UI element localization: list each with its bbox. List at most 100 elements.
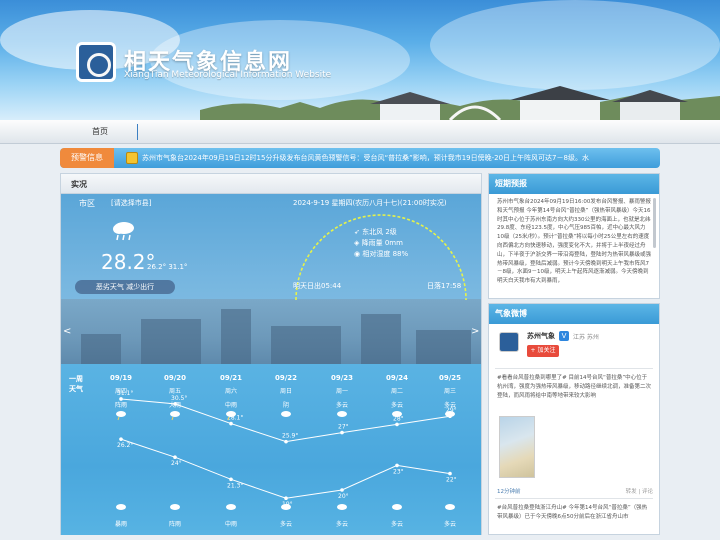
forecast-date: 09/24 [385,374,409,382]
site-subtitle: XiangTian Meteorological Information Web… [124,70,332,80]
building [271,326,341,364]
site-header: 相天气象信息网 XiangTian Meteorological Informa… [0,0,720,120]
high-temp-point [284,439,288,444]
city-label: 市区 [79,199,95,208]
high-temp-point [395,422,399,427]
forecast-night-weather: 多云 [390,521,403,528]
typhoon-map-image[interactable] [499,416,535,478]
low-temp-point [119,437,123,441]
high-temp-point [340,430,344,435]
weibo-title: 气象微博 [489,304,659,324]
temperature-range: 26.2° 31.1° [147,263,187,271]
day-weather-icon [337,411,347,417]
forecast-weekday: 周一 [335,388,348,395]
weibo-location: 江苏 苏州 [573,334,599,341]
building [141,319,201,364]
forecast-night-weather: 多云 [279,521,292,528]
night-weather-icon [337,504,347,510]
night-weather-icon [116,504,126,510]
building [361,314,401,364]
live-title: 实况 [71,180,87,189]
forecast-weekday: 周四 [114,388,127,395]
building [81,334,121,364]
rain-info: ◈ 降雨量 0mm [354,239,403,247]
forecast-date: 09/23 [330,374,354,382]
rain-cloud-icon [113,222,134,241]
night-weather-icon [281,504,291,510]
forecast-date: 09/19 [109,374,133,382]
prev-arrow[interactable]: < [63,326,71,337]
sunrise-time: 明天日出05:44 [293,282,342,290]
low-temp-label: 26.2° [117,442,133,449]
forecast-day-weather: 多云 [335,402,348,409]
high-temp-point [229,421,233,426]
forecast-day-weather: 多云 [390,402,403,409]
night-weather-icon [170,504,180,510]
high-temp-label: 27° [338,424,349,431]
cloud [430,0,720,90]
divider [495,368,653,369]
wind-value: 东北风 2级 [362,228,397,236]
low-temp-point [340,488,344,492]
weibo-post[interactable]: #看看台风普拉桑到哪里了# 目前14号台风“普拉桑”中心位于杭州湾，强度为强热带… [497,374,651,401]
skyline-illustration [200,86,720,120]
weibo-post[interactable]: #台风普拉桑登陆浙江舟山# 今年第14号台风“普拉桑”（强热带风暴级）已于今天傍… [497,504,651,522]
forecast-night-weather: 多云 [443,521,456,528]
weather-advisory: 恶劣天气 减少出行 [75,280,175,294]
forecast-day-weather: 中雨 [224,402,237,409]
alert-bar: 预警信息 苏州市气象台2024年09月19日12时15分升级发布台风黄色预警信号… [60,148,660,168]
temp-high: 31.1° [168,263,188,271]
wind-info: ➶ 东北风 2级 [354,228,397,236]
verified-icon: V [559,331,569,341]
nav-item-home[interactable]: 首页 [92,126,108,137]
forecast-date: 09/22 [274,374,298,382]
forecast-night-weather: 多云 [335,521,348,528]
low-temp-point [229,477,233,482]
nav-divider [137,124,138,140]
forecast-date: 09/25 [438,374,462,382]
live-weather-panel: 实况 市区 [请选择市县] 2024-9-19 星期四(农历八月十七)(21:0… [60,173,482,535]
avatar[interactable] [499,332,519,352]
forecast-day-weather: 阵雨 [114,402,127,409]
warning-signal-icon[interactable] [126,152,138,164]
divider [495,498,653,499]
forecast-day-weather: 阴 [282,402,289,409]
city-select[interactable]: [请选择市县] [111,198,151,208]
forecast-weekday: 周六 [224,388,237,395]
night-weather-icon [392,504,402,510]
main-nav: 首页 [0,120,720,144]
low-temp-label: 23° [393,468,404,475]
city-photo [61,299,481,364]
forecast-night-weather: 阵雨 [168,521,181,528]
low-temp-point [395,463,399,468]
forecast-weekday: 周二 [390,388,403,395]
forecast-night-weather: 中雨 [224,521,237,528]
forecast-day-weather: 多云 [443,402,456,409]
observation-date: 2024-9-19 星期四(农历八月十七)(21:00时实况) [293,199,447,207]
humidity-value: 相对湿度 88% [362,250,409,258]
day-weather-icon [392,411,402,417]
next-arrow[interactable]: > [471,326,479,337]
short-forecast-body: 苏州市气象台2024年09月19日16:00发布台风警报、暴雨警报和天气预报 今… [497,199,652,285]
site-logo[interactable] [76,42,116,82]
weekly-forecast: 一周 天气 31.1° 30.5° 28.1° 25.9° 27° 28° 29° 26.2°… [61,364,481,535]
day-weather-icon [445,411,455,417]
follow-button[interactable]: + 加关注 [527,345,559,357]
scrollbar[interactable] [653,198,656,248]
post-actions[interactable]: 转发 | 评论 [626,487,653,495]
low-temp-point [284,496,288,500]
forecast-day-weather: 大雨 [168,402,181,409]
day-weather-icon [281,411,291,417]
forecast-date: 09/20 [163,374,187,382]
forecast-night-weather: 暴雨 [114,521,127,528]
short-forecast-panel: 短期预报 苏州市气象台2024年09月19日16:00发布台风警报、暴雨警报和天… [488,173,660,299]
day-weather-icon [116,411,126,421]
building [221,309,251,364]
low-temp-label: 20° [338,493,349,500]
low-temp-label: 21.3° [227,482,243,489]
alert-tag: 预警信息 [60,148,114,168]
low-temp-point [173,455,177,459]
alert-text[interactable]: 苏州市气象台2024年09月19日12时15分升级发布台风黄色预警信号：受台风“… [142,148,589,168]
weibo-account-name[interactable]: 苏州气象 [527,331,555,341]
temp-low: 26.2° [147,263,167,271]
